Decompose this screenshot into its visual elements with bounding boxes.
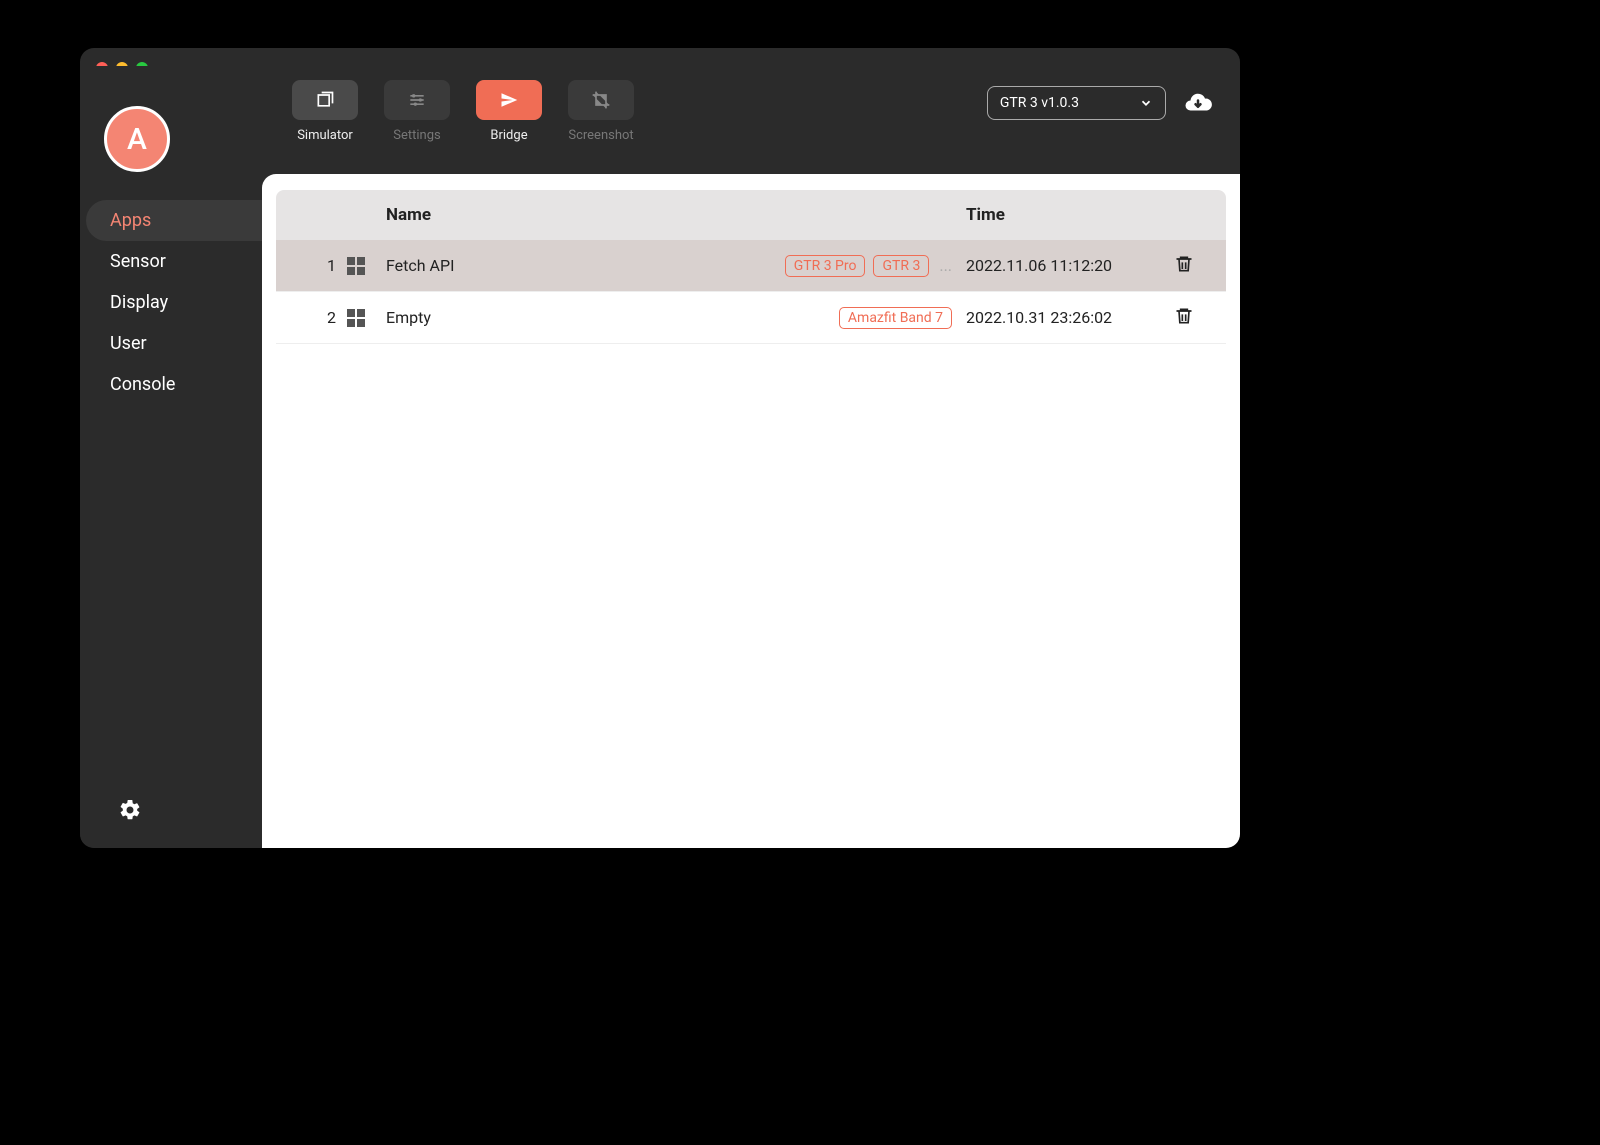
chevron-down-icon [1139,96,1153,110]
avatar[interactable]: A [104,106,170,172]
sidebar-item-console[interactable]: Console [86,364,262,405]
app-window: A Apps Sensor Display User Console [80,48,1240,848]
sidebar-footer [80,776,262,848]
app-grid-icon [347,309,365,327]
main-panel: Simulator Settings Bridge [262,66,1240,848]
trash-icon [1174,254,1194,274]
sidebar-item-sensor[interactable]: Sensor [86,241,262,282]
cloud-download-button[interactable] [1180,86,1216,120]
sidebar-item-label: Console [110,374,175,395]
simulator-icon [315,90,335,110]
titlebar [80,48,1240,66]
window-body: A Apps Sensor Display User Console [80,66,1240,848]
cloud-download-icon [1183,88,1213,118]
column-header-time[interactable]: Time [952,205,1162,225]
device-select-value: GTR 3 v1.0.3 [1000,95,1079,111]
app-grid-icon [347,257,365,275]
row-name: Fetch API [376,256,722,275]
toolbar-label: Simulator [297,128,353,143]
sidebar-item-label: Display [110,292,168,313]
toolbar-bridge[interactable]: Bridge [470,80,548,143]
avatar-letter: A [127,122,147,157]
more-tags-indicator[interactable]: ... [937,256,952,275]
toolbar-label: Bridge [490,128,527,143]
device-tag[interactable]: Amazfit Band 7 [839,307,952,329]
toolbar: Simulator Settings Bridge [262,66,1240,174]
send-icon [500,91,518,109]
delete-row-button[interactable] [1174,254,1194,278]
device-tag[interactable]: GTR 3 [873,255,929,277]
sidebar-item-label: Sensor [110,251,166,272]
content-area: Name Time 1 Fetch API GTR 3 Pro G [262,174,1240,848]
row-index: 2 [296,308,336,327]
row-index: 1 [296,256,336,275]
toolbar-screenshot[interactable]: Screenshot [562,80,640,143]
delete-row-button[interactable] [1174,306,1194,330]
toolbar-label: Screenshot [568,128,633,143]
sidebar: A Apps Sensor Display User Console [80,66,262,848]
table-row[interactable]: 1 Fetch API GTR 3 Pro GTR 3 ... 2022.11.… [276,240,1226,292]
row-time: 2022.10.31 23:26:02 [952,308,1162,327]
table-row[interactable]: 2 Empty Amazfit Band 7 2022.10.31 23:26:… [276,292,1226,344]
sidebar-item-apps[interactable]: Apps [86,200,262,241]
sidebar-item-label: Apps [110,210,151,231]
apps-table: Name Time 1 Fetch API GTR 3 Pro G [276,190,1226,344]
sidebar-item-label: User [110,333,147,354]
trash-icon [1174,306,1194,326]
settings-gear-button[interactable] [118,807,142,826]
table-header: Name Time [276,190,1226,240]
sidebar-nav: Apps Sensor Display User Console [80,200,262,405]
crop-icon [591,90,611,110]
device-tag[interactable]: GTR 3 Pro [785,255,866,277]
gear-icon [118,798,142,822]
device-select[interactable]: GTR 3 v1.0.3 [987,86,1166,120]
row-name: Empty [376,308,722,327]
sliders-icon [407,90,427,110]
column-header-name[interactable]: Name [376,205,722,225]
sidebar-item-user[interactable]: User [86,323,262,364]
sidebar-item-display[interactable]: Display [86,282,262,323]
toolbar-label: Settings [393,128,440,143]
toolbar-settings[interactable]: Settings [378,80,456,143]
row-time: 2022.11.06 11:12:20 [952,256,1162,275]
toolbar-simulator[interactable]: Simulator [286,80,364,143]
